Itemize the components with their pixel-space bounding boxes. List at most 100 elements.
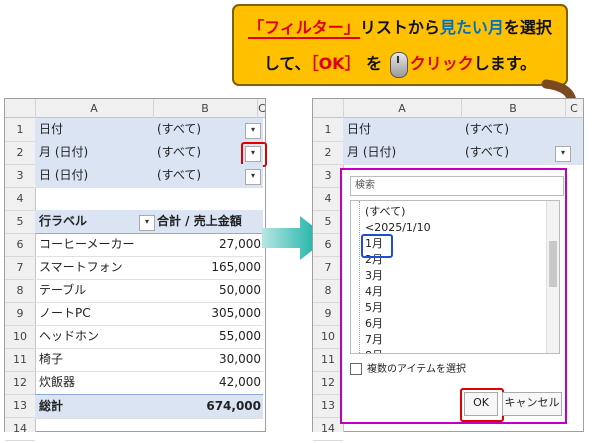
filter-item[interactable]: (すべて) (365, 204, 405, 220)
row-number[interactable]: 5 (5, 210, 35, 234)
filter-field-label: 月 (日付) (347, 145, 397, 159)
shite-text: して、 (263, 54, 311, 73)
filter-field-label: 日付 (347, 122, 372, 136)
multi-select-label: 複数のアイテムを選択 (367, 364, 466, 375)
row-number[interactable]: 14 (5, 417, 35, 441)
callout-line-2: して、［OK］ を クリックします。 (234, 50, 566, 78)
filter-row-day: 日 (日付) (すべて) ▾ (35, 164, 263, 188)
shimasu-text: します。 (473, 54, 537, 73)
row-number[interactable]: 8 (5, 279, 35, 303)
table-row[interactable]: テーブル 50,000 (35, 279, 263, 303)
list-from-text: リストから (359, 18, 440, 37)
filter-value: (すべて) (465, 122, 510, 136)
grand-total-label: 総計 (39, 399, 64, 413)
row-number[interactable]: 4 (5, 187, 35, 211)
table-row[interactable]: 炊飯器 42,000 (35, 371, 263, 395)
product-name: 炊飯器 (39, 375, 76, 389)
row-number[interactable]: 6 (5, 233, 35, 257)
filter-field-label: 日 (日付) (39, 168, 89, 182)
left-spreadsheet: A B C 1 2 3 4 5 6 7 8 9 10 11 12 13 14 日… (4, 98, 267, 441)
multi-select-option[interactable]: 複数のアイテムを選択 (350, 360, 466, 375)
filter-dropdown-panel: 検索 (すべて) <2025/1/10 1月 2月 3月 4月 5月 6月 7月… (340, 168, 567, 424)
sales-amount: 30,000 (219, 352, 261, 366)
row-number[interactable]: 1 (313, 118, 343, 142)
product-name: 椅子 (39, 352, 64, 366)
column-a-header[interactable]: A (35, 99, 154, 118)
table-row[interactable]: コーヒーメーカー 27,000 (35, 233, 263, 257)
callout-line-1: 「フィルター」リストから見たい月を選択 (234, 14, 566, 39)
row-number[interactable]: 11 (313, 348, 343, 372)
row-number[interactable]: 6 (313, 233, 343, 257)
row-number[interactable]: 14 (313, 417, 343, 441)
list-scrollbar[interactable] (546, 201, 559, 353)
row-number[interactable]: 8 (313, 279, 343, 303)
row-number[interactable]: 3 (313, 164, 343, 188)
filter-item[interactable]: 5月 (365, 300, 383, 316)
table-row[interactable]: ヘッドホン 55,000 (35, 325, 263, 349)
grand-total-value: 674,000 (206, 399, 261, 413)
scrollbar-thumb[interactable] (549, 241, 557, 287)
row-number[interactable]: 2 (5, 141, 35, 165)
row-number[interactable]: 13 (5, 394, 35, 418)
filter-dropdown-icon[interactable]: ▾ (245, 169, 261, 185)
sales-amount: 165,000 (211, 260, 261, 274)
filter-item[interactable]: 8月 (365, 348, 383, 353)
filter-row-date: 日付 (すべて) (343, 118, 583, 142)
row-number[interactable]: 7 (5, 256, 35, 280)
checkbox-icon[interactable] (350, 363, 362, 375)
table-row[interactable]: 椅子 30,000 (35, 348, 263, 372)
row-number[interactable]: 5 (313, 210, 343, 234)
row-number[interactable]: 12 (5, 371, 35, 395)
filter-value: (すべて) (157, 122, 202, 136)
row-number[interactable]: 10 (313, 325, 343, 349)
table-row[interactable]: ノートPC 305,000 (35, 302, 263, 326)
row-number[interactable]: 12 (313, 371, 343, 395)
row-number[interactable]: 9 (313, 302, 343, 326)
product-name: ノートPC (39, 306, 91, 320)
filter-item-list[interactable]: (すべて) <2025/1/10 1月 2月 3月 4月 5月 6月 7月 8月 (350, 200, 560, 354)
sales-amount: 305,000 (211, 306, 261, 320)
column-b-header[interactable]: B (153, 99, 258, 118)
row-number[interactable]: 7 (313, 256, 343, 280)
table-row[interactable]: スマートフォン 165,000 (35, 256, 263, 280)
filter-row-month: 月 (日付) (すべて) ▾ (35, 141, 267, 167)
pivot-header-row: 行ラベル ▾ 合計 / 売上金額 (35, 210, 263, 234)
highlight-frame (361, 234, 393, 258)
row-number[interactable]: 10 (5, 325, 35, 349)
row-number[interactable]: 11 (5, 348, 35, 372)
row-number[interactable]: 3 (5, 164, 35, 188)
filter-item[interactable]: 6月 (365, 316, 383, 332)
tree-guide-line (359, 201, 361, 353)
grand-total-row[interactable]: 総計 674,000 (35, 394, 263, 419)
row-number[interactable]: 9 (5, 302, 35, 326)
column-c-header[interactable]: C (565, 99, 583, 118)
row-number[interactable]: 13 (313, 394, 343, 418)
product-name: テーブル (39, 283, 87, 297)
search-input[interactable]: 検索 (350, 176, 564, 196)
row-labels-filter-icon[interactable]: ▾ (139, 215, 155, 231)
cancel-button[interactable]: キャンセル (502, 392, 562, 416)
column-header-row: A B C (5, 99, 267, 118)
sales-amount: 27,000 (219, 237, 261, 251)
filter-field-label: 月 (日付) (39, 145, 89, 159)
column-c-header[interactable]: C (257, 99, 267, 118)
filter-value: (すべて) (157, 145, 202, 159)
month-filter-dropdown-icon[interactable]: ▾ (555, 146, 571, 162)
filter-item[interactable]: 4月 (365, 284, 383, 300)
select-all-corner (5, 99, 36, 118)
filter-item[interactable]: 3月 (365, 268, 383, 284)
filter-item[interactable]: 7月 (365, 332, 383, 348)
filter-value: (すべて) (465, 145, 510, 159)
mouse-icon (389, 51, 408, 78)
filter-value: (すべて) (157, 168, 202, 182)
column-a-header[interactable]: A (343, 99, 462, 118)
instruction-callout: 「フィルター」リストから見たい月を選択 して、［OK］ を クリックします。 (232, 4, 568, 86)
row-number[interactable]: 4 (313, 187, 343, 211)
product-name: ヘッドホン (39, 329, 100, 343)
filter-row-month: 月 (日付) (すべて) ▾ (343, 141, 583, 165)
row-number[interactable]: 2 (313, 141, 343, 165)
highlight-frame (460, 388, 504, 422)
row-number[interactable]: 1 (5, 118, 35, 142)
column-b-header[interactable]: B (461, 99, 566, 118)
filter-dropdown-icon[interactable]: ▾ (245, 123, 261, 139)
